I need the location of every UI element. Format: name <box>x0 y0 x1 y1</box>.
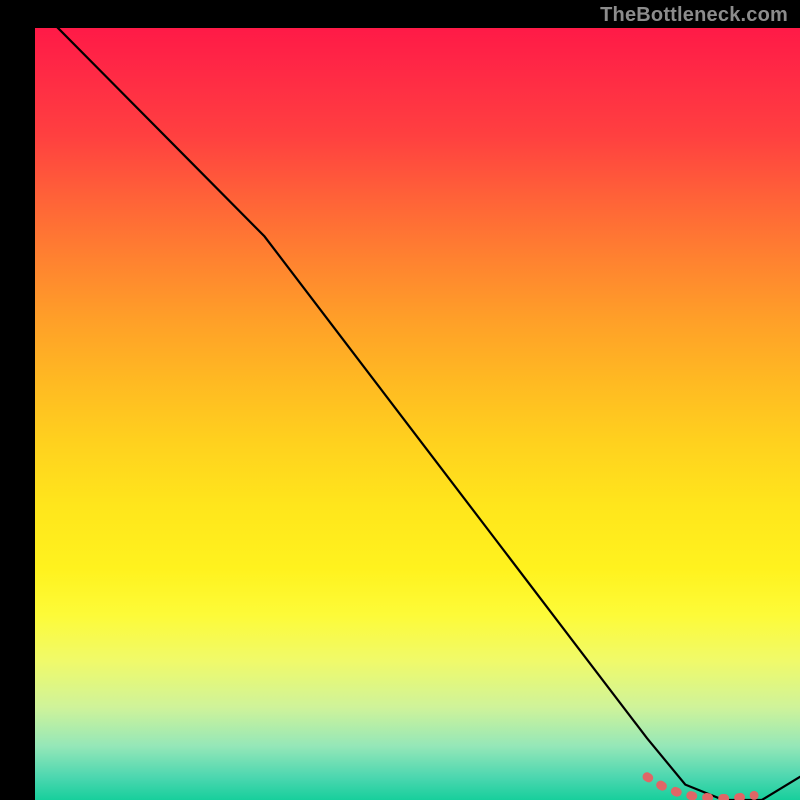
highlight-end-dot <box>750 791 759 800</box>
chart-overlay <box>35 28 800 800</box>
bottleneck-curve <box>35 5 800 800</box>
highlight-stroke <box>647 777 754 799</box>
watermark-text: TheBottleneck.com <box>600 4 788 27</box>
highlight-markers <box>647 777 759 800</box>
stage: TheBottleneck.com <box>0 0 800 800</box>
